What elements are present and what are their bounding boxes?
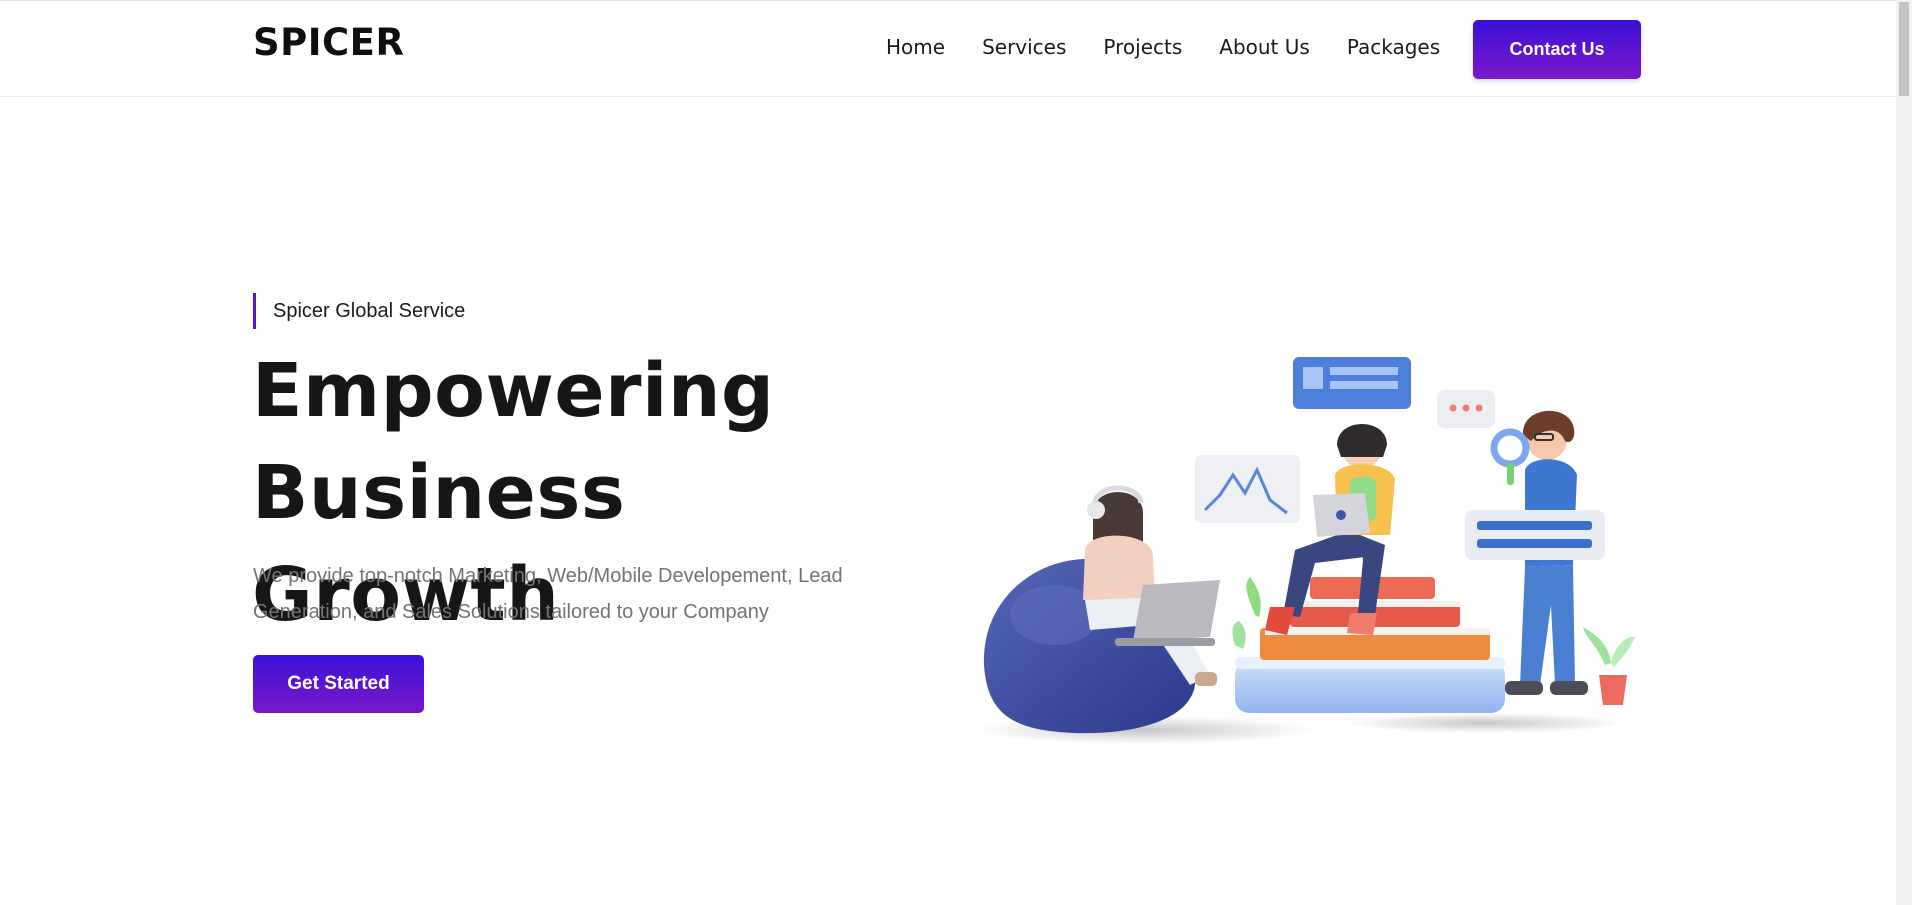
nav-packages[interactable]: Packages bbox=[1347, 34, 1440, 60]
nav-services[interactable]: Services bbox=[982, 34, 1066, 60]
contact-us-button[interactable]: Contact Us bbox=[1473, 20, 1641, 79]
plant-icon bbox=[1583, 627, 1635, 705]
floating-info-card bbox=[1293, 357, 1411, 409]
floating-chat-bubble bbox=[1437, 390, 1495, 428]
hero-illustration bbox=[975, 357, 1635, 744]
get-started-button[interactable]: Get Started bbox=[253, 655, 424, 713]
nav-about-us[interactable]: About Us bbox=[1219, 34, 1310, 60]
vertical-scrollbar[interactable] bbox=[1896, 0, 1912, 905]
nav-home[interactable]: Home bbox=[886, 34, 945, 60]
landing-page: SPICER Home Services Projects About Us P… bbox=[0, 0, 1912, 905]
brand-logo[interactable]: SPICER bbox=[253, 21, 404, 64]
floating-chart-card bbox=[1195, 455, 1300, 523]
ground-shadow bbox=[1345, 713, 1625, 733]
plant-icon bbox=[1232, 577, 1261, 649]
site-header: SPICER Home Services Projects About Us P… bbox=[0, 0, 1896, 97]
main-nav: Home Services Projects About Us Packages bbox=[886, 34, 1477, 60]
hero-description: We provide top-notch Marketing, Web/Mobi… bbox=[253, 565, 843, 623]
nav-projects[interactable]: Projects bbox=[1103, 34, 1182, 60]
scrollbar-thumb[interactable] bbox=[1899, 2, 1909, 96]
platform bbox=[1235, 657, 1505, 713]
hero-eyebrow: Spicer Global Service bbox=[253, 293, 465, 329]
headline-line-1: Empowering bbox=[252, 348, 775, 434]
